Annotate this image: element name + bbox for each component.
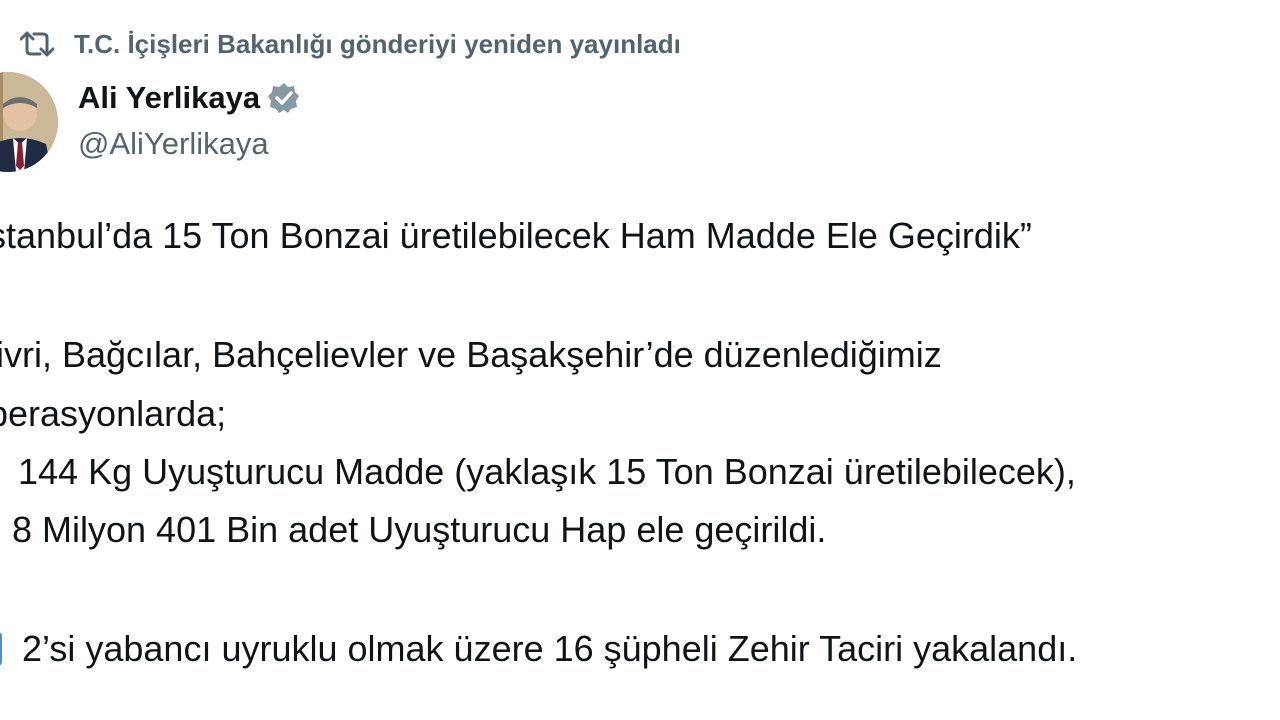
retweet-header[interactable]: T.C. İçişleri Bakanlığı gönderiyi yenide… bbox=[18, 24, 681, 64]
seizure-2-text: 8 Milyon 401 Bin adet Uyuşturucu Hap ele… bbox=[12, 509, 827, 550]
blue-square-icon bbox=[0, 632, 2, 667]
suspects-text: 2’si yabancı uyruklu olmak üzere 16 şüph… bbox=[22, 628, 1078, 669]
tweet-line-title: stanbul’da 15 Ton Bonzai üretilebilecek … bbox=[0, 215, 1032, 256]
tweet-line-seizure-2: 8 Milyon 401 Bin adet Uyuşturucu Hap ele… bbox=[0, 508, 826, 552]
seizure-1-text: 144 Kg Uyuşturucu Madde (yaklaşık 15 Ton… bbox=[18, 451, 1076, 492]
retweet-label[interactable]: T.C. İçişleri Bakanlığı gönderiyi yenide… bbox=[74, 29, 681, 60]
tweet-line-seizure-1: 144 Kg Uyuşturucu Madde (yaklaşık 15 Ton… bbox=[0, 450, 1076, 494]
author-name-row[interactable]: Ali Yerlikaya bbox=[78, 76, 302, 120]
repost-icon bbox=[18, 25, 56, 63]
tweet-line-operations: perasyonlarda; bbox=[0, 393, 227, 434]
avatar[interactable] bbox=[0, 72, 58, 172]
author-handle[interactable]: @AliYerlikaya bbox=[78, 126, 269, 162]
tweet-line-suspects: 2’si yabancı uyruklu olmak üzere 16 şüph… bbox=[0, 627, 1077, 671]
verified-badge-icon bbox=[268, 81, 302, 115]
author-name[interactable]: Ali Yerlikaya bbox=[78, 80, 260, 116]
tweet-line-locations: livri, Bağcılar, Bahçelievler ve Başakşe… bbox=[0, 334, 942, 375]
